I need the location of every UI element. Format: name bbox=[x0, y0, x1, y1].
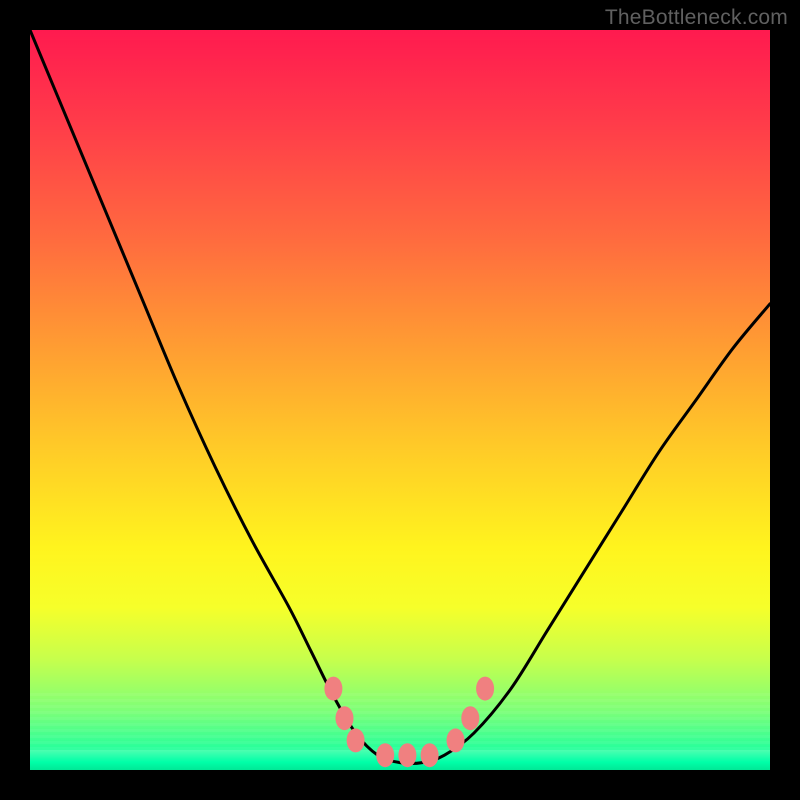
curve-marker bbox=[421, 743, 439, 767]
watermark-text: TheBottleneck.com bbox=[605, 6, 788, 30]
curve-marker bbox=[447, 728, 465, 752]
chart-frame: TheBottleneck.com bbox=[0, 0, 800, 800]
curve-marker bbox=[336, 706, 354, 730]
curve-markers bbox=[324, 677, 494, 768]
curve-marker bbox=[376, 743, 394, 767]
curve-marker bbox=[461, 706, 479, 730]
curve-marker bbox=[398, 743, 416, 767]
plot-area bbox=[30, 30, 770, 770]
curve-marker bbox=[324, 677, 342, 701]
chart-svg bbox=[30, 30, 770, 770]
curve-marker bbox=[476, 677, 494, 701]
bottleneck-curve bbox=[30, 30, 770, 764]
curve-marker bbox=[347, 728, 365, 752]
